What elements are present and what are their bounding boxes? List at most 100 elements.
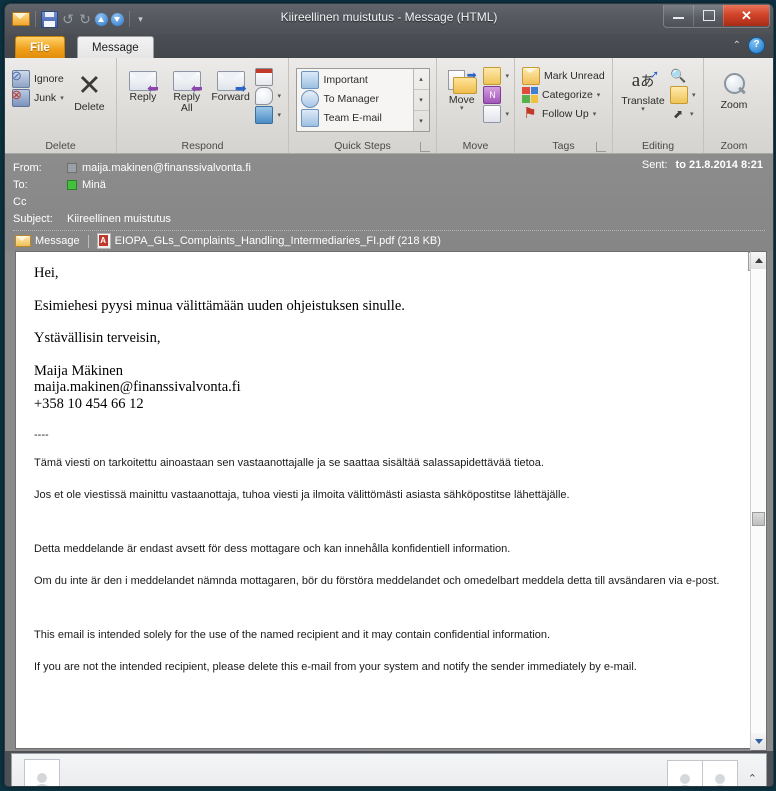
attachment-row: Message EIOPA_GLs_Complaints_Handling_In…	[5, 231, 773, 251]
contact-card-1[interactable]	[667, 760, 703, 786]
contact-card-2[interactable]	[703, 760, 738, 786]
group-title-quick-steps-text: Quick Steps	[334, 140, 391, 152]
follow-up-button[interactable]: ⚑ Follow Up ▾	[519, 104, 608, 123]
signature-phone: +358 10 454 66 12	[34, 395, 144, 412]
contact-card-sender[interactable]	[24, 759, 60, 786]
avatar-head	[37, 773, 47, 783]
quick-steps-scrollbar[interactable]: ▴ ▾ ▾	[412, 69, 429, 131]
signature-email: maija.makinen@finanssivalvonta.fi	[34, 379, 241, 395]
tab-message[interactable]: Message	[77, 36, 154, 59]
related-button[interactable]: ▾	[669, 85, 697, 104]
cc-label: Cc	[13, 195, 27, 208]
im-caret-icon[interactable]: ▾	[277, 92, 281, 100]
message-body-pane[interactable]: Hei, Esimiehesi pyysi minua välittämään …	[15, 251, 767, 749]
more-respond-button[interactable]: ▾	[252, 105, 284, 124]
minimize-button[interactable]	[664, 5, 693, 26]
im-button[interactable]: ▾	[252, 86, 284, 105]
from-value-wrap[interactable]: maija.makinen@finanssivalvonta.fi	[67, 162, 251, 174]
translate-button[interactable]: aあ ➚ Translate ▾	[617, 65, 669, 114]
related-caret-icon[interactable]: ▾	[692, 91, 696, 99]
avatar-head	[680, 774, 690, 784]
group-title-delete: Delete	[45, 140, 76, 152]
tags-dialog-launcher[interactable]	[596, 142, 606, 152]
save-icon[interactable]	[41, 10, 58, 28]
mail-icon[interactable]	[12, 12, 30, 26]
forward-button[interactable]: ➡ Forward	[209, 67, 253, 103]
junk-caret-icon[interactable]: ▾	[60, 94, 64, 102]
scroll-down-button[interactable]	[751, 733, 766, 750]
move-caret-icon[interactable]: ▾	[460, 105, 464, 112]
quick-steps-scroll-up-icon[interactable]: ▴	[413, 69, 429, 90]
mark-unread-button[interactable]: Mark Unread	[519, 66, 608, 85]
ignore-icon	[11, 68, 30, 88]
to-label: To:	[13, 178, 28, 191]
translate-caret-icon[interactable]: ▾	[641, 106, 645, 113]
zoom-label: Zoom	[720, 99, 748, 111]
junk-label: Junk	[34, 91, 57, 104]
reply-all-button[interactable]: ⬅ Reply All	[165, 67, 209, 114]
body-paragraph-1: Esimiehesi pyysi minua välittämään uuden…	[34, 297, 405, 314]
reply-button[interactable]: ⬅ Reply	[121, 67, 165, 103]
follow-up-caret-icon[interactable]: ▾	[593, 110, 597, 118]
close-button[interactable]: ✕	[723, 5, 769, 26]
quick-access-toolbar: ↺ ↻ ▾	[12, 8, 146, 30]
scroll-thumb[interactable]	[752, 512, 765, 526]
group-title-tags: Tags	[519, 139, 608, 153]
collapse-ribbon-icon[interactable]: ⌃	[733, 40, 741, 51]
help-icon[interactable]: ?	[748, 37, 765, 54]
select-button[interactable]: ⬈ ▾	[669, 105, 697, 122]
quick-step-to-manager[interactable]: To Manager	[297, 89, 413, 108]
find-icon: 🔍	[670, 67, 687, 83]
quick-steps-scroll-down-icon[interactable]: ▾	[413, 90, 429, 111]
message-chip-label: Message	[35, 235, 80, 247]
more-respond-icon	[255, 105, 274, 124]
to-value-wrap[interactable]: Minä	[67, 179, 106, 191]
undo-icon[interactable]: ↺	[61, 12, 75, 26]
meeting-button[interactable]	[252, 67, 284, 86]
delete-button[interactable]: ✕ Delete	[67, 63, 112, 113]
onenote-button[interactable]: N	[482, 85, 510, 104]
rules-button[interactable]: ▾	[482, 66, 510, 85]
pdf-icon	[96, 233, 111, 249]
next-item-icon[interactable]	[111, 12, 124, 26]
move-button[interactable]: ➡ Move ▾	[441, 65, 482, 112]
categorize-button[interactable]: Categorize ▾	[519, 85, 608, 104]
body-vertical-scrollbar[interactable]	[750, 251, 767, 751]
quick-steps-dialog-launcher[interactable]	[420, 142, 430, 152]
maximize-icon	[702, 10, 715, 21]
categorize-caret-icon[interactable]: ▾	[597, 91, 601, 99]
quick-step-team-email[interactable]: Team E-mail	[297, 108, 413, 127]
message-body-region: Hei, Esimiehesi pyysi minua välittämään …	[5, 251, 773, 751]
junk-button[interactable]: Junk ▾	[9, 87, 67, 107]
zoom-button[interactable]: Zoom	[710, 67, 758, 111]
ribbon: Ignore Junk ▾ ✕ Delete Delete	[5, 58, 773, 154]
group-title-tags-text: Tags	[552, 140, 575, 152]
group-title-move: Move	[462, 140, 489, 152]
categorize-label: Categorize	[542, 88, 593, 101]
message-tab-chip[interactable]: Message	[15, 235, 80, 247]
from-label: From:	[13, 161, 42, 174]
find-button[interactable]: 🔍	[669, 67, 697, 84]
subject-value: Kiireellinen muistutus	[67, 212, 171, 225]
customize-qat-icon[interactable]: ▾	[135, 13, 146, 26]
more-respond-caret-icon[interactable]: ▾	[277, 111, 281, 119]
attachment-chip[interactable]: EIOPA_GLs_Complaints_Handling_Intermedia…	[96, 233, 441, 249]
scroll-up-button[interactable]	[751, 252, 766, 269]
scroll-track[interactable]	[751, 269, 766, 733]
quick-steps-more-icon[interactable]: ▾	[414, 111, 429, 131]
categorize-yellow	[530, 95, 538, 103]
select-caret-icon[interactable]: ▾	[690, 110, 694, 118]
rules-caret-icon[interactable]: ▾	[505, 72, 509, 80]
maximize-button[interactable]	[693, 5, 723, 26]
to-row: To: Minä	[5, 176, 773, 193]
people-pane-expand-icon[interactable]: ⌃	[748, 772, 757, 785]
disclaimer-sv-2: Om du inte är den i meddelandet nämnda m…	[34, 575, 720, 588]
redo-icon[interactable]: ↻	[78, 12, 92, 26]
quick-step-important[interactable]: Important	[297, 70, 413, 89]
move-arrow-icon: ➡	[466, 68, 477, 82]
actions-button[interactable]: ▾	[482, 104, 510, 123]
previous-item-icon[interactable]	[95, 12, 108, 26]
tab-file[interactable]: File	[15, 36, 65, 59]
ignore-button[interactable]: Ignore	[9, 68, 67, 88]
actions-caret-icon[interactable]: ▾	[505, 110, 509, 118]
